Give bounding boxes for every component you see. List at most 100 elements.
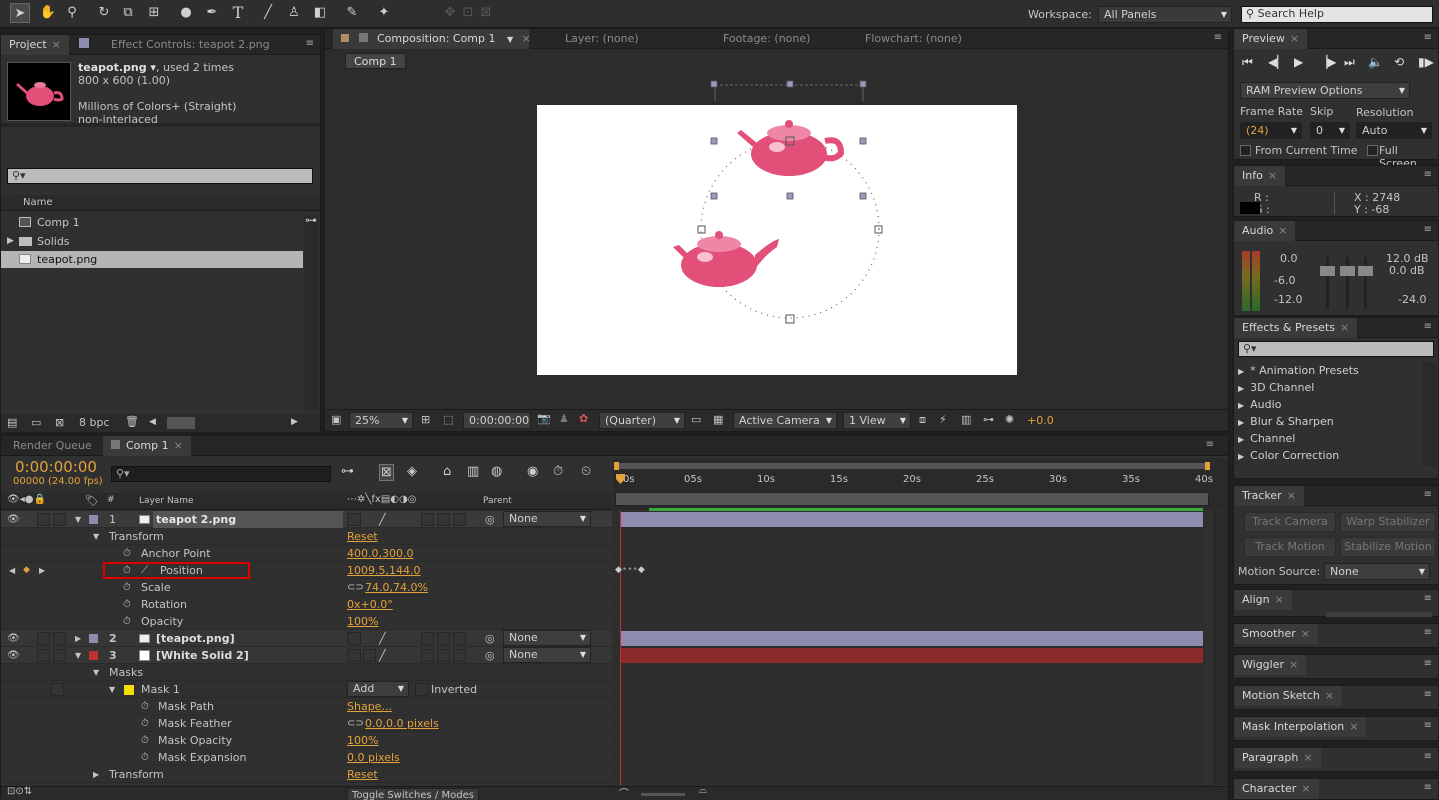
track-camera-button[interactable]: Track Camera (1244, 512, 1336, 532)
work-area-end-icon[interactable] (1205, 462, 1210, 470)
effect-category-item[interactable]: ▶ Audio (1238, 396, 1281, 413)
keyframe-add-icon[interactable]: ◆ (23, 562, 30, 579)
tab-audio[interactable]: Audio × (1234, 221, 1296, 241)
parent-dropdown[interactable]: None ▼ (503, 511, 591, 527)
close-icon[interactable]: × (1301, 627, 1310, 640)
project-item-solids[interactable]: ▶ Solids (1, 233, 303, 250)
opacity-value[interactable]: 100% (347, 613, 378, 630)
first-frame-icon[interactable]: ⏮ (1242, 55, 1253, 70)
layer-name[interactable]: teapot 2.png (153, 511, 343, 528)
audio-slider-track[interactable] (1364, 257, 1367, 309)
quality-switch-icon[interactable]: ╱ (379, 647, 386, 664)
effect-switch[interactable] (421, 649, 434, 662)
trash-icon[interactable]: 🗑 (125, 415, 139, 428)
effect-switch[interactable] (421, 632, 434, 645)
graph-icon[interactable]: ⟋ (141, 562, 148, 579)
close-icon[interactable]: × (1287, 489, 1296, 502)
keyframe-prev-icon[interactable]: ◀ (9, 562, 15, 579)
audio-slider-knob[interactable] (1358, 266, 1373, 276)
pan-behind-tool-icon[interactable]: ⊞ (144, 3, 164, 23)
mask-feather-value[interactable]: 0.0,0.0 pixels (365, 715, 439, 732)
effect-category-item[interactable]: ▶ Channel (1238, 430, 1295, 447)
resolution-dropdown[interactable]: (Quarter) ▼ (599, 412, 685, 429)
close-icon[interactable]: × (1268, 169, 1277, 182)
snapshot-icon[interactable]: 📷 (537, 412, 551, 425)
quality-switch-icon[interactable]: ╱ (379, 630, 386, 647)
masks-group-row[interactable]: ▼ Masks (1, 664, 612, 681)
parent-dropdown[interactable]: None ▼ (503, 647, 591, 663)
pick-whip-icon[interactable]: ◎ (485, 630, 495, 647)
mask-expansion-value[interactable]: 0.0 pixels (347, 749, 400, 766)
audio-slider-track[interactable] (1326, 257, 1329, 309)
mask-path-row[interactable]: ⏱ Mask Path Shape... (1, 698, 612, 715)
stopwatch-icon[interactable]: ⏱ (141, 749, 149, 766)
zoom-dropdown[interactable]: 25% ▼ (349, 412, 413, 429)
draft-3d-icon[interactable]: ◈ (407, 464, 417, 479)
panel-menu-icon[interactable]: ≡ (1424, 720, 1432, 731)
tab-smoother[interactable]: Smoother × (1234, 624, 1318, 644)
mask-lock-switch[interactable] (51, 683, 64, 696)
last-frame-icon[interactable]: ⏭ (1344, 55, 1355, 70)
ram-preview-icon[interactable]: ▮▶ (1418, 55, 1434, 69)
timeline-search-input[interactable]: ⚲▾ (111, 466, 331, 482)
effect-category-item[interactable]: ▶ * Animation Presets (1238, 362, 1359, 379)
mask-color-swatch[interactable] (124, 685, 134, 695)
pen-tool-icon[interactable]: ✒ (202, 3, 222, 23)
track-motion-button[interactable]: Track Motion (1244, 537, 1336, 557)
layer-name-header[interactable]: Layer Name (139, 496, 194, 506)
panel-menu-icon[interactable]: ≡ (1424, 593, 1432, 604)
stopwatch-icon[interactable]: ⏱ (123, 545, 131, 562)
project-scrollbar[interactable] (304, 215, 318, 411)
collapse-arrow-icon[interactable]: ▼ (93, 664, 99, 681)
project-item-teapot[interactable]: teapot.png (1, 251, 303, 268)
label-color-swatch[interactable] (89, 634, 98, 643)
selection-tool-icon[interactable]: ➤ (10, 3, 30, 23)
type-tool-icon[interactable]: T (228, 3, 248, 23)
preview-resolution-dropdown[interactable]: Auto ▼ (1356, 122, 1432, 139)
stopwatch-icon[interactable]: ⏱ (123, 579, 131, 596)
workspace-dropdown[interactable]: All Panels ▼ (1098, 6, 1232, 23)
tab-project[interactable]: Project × (1, 35, 69, 55)
rotate-tool-icon[interactable]: ↻ (94, 3, 114, 23)
panel-menu-icon[interactable]: ≡ (1424, 658, 1432, 669)
panel-menu-icon[interactable]: ≡ (1424, 224, 1432, 235)
ram-preview-options-dropdown[interactable]: RAM Preview Options ▼ (1240, 82, 1410, 99)
quality-switch-icon[interactable]: ╱ (379, 511, 386, 528)
audio-slider-track[interactable] (1346, 257, 1349, 309)
position-value[interactable]: 1009.5,144.0 (347, 562, 420, 579)
frame-blending-icon[interactable]: ▥ (467, 464, 479, 479)
shy-switch[interactable] (347, 649, 361, 662)
mask-mode-dropdown[interactable]: Add ▼ (347, 681, 409, 697)
mask-feather-row[interactable]: ⏱ Mask Feather ⊂⊃ 0.0,0.0 pixels (1, 715, 612, 732)
full-screen-checkbox[interactable] (1367, 145, 1378, 156)
loop-icon[interactable]: ⟲ (1394, 55, 1404, 69)
shy-switch[interactable] (347, 632, 361, 645)
solo-switch[interactable] (37, 513, 50, 526)
label-icon[interactable]: 🏷 (85, 494, 99, 507)
anchor-point-value[interactable]: 400.0,300.0 (347, 545, 413, 562)
switches-header-icons[interactable]: ⋯✲╲fx▤◐◑◎ (347, 494, 416, 505)
timeline-icon[interactable]: ▥ (961, 413, 971, 426)
close-icon[interactable]: × (1301, 782, 1310, 795)
rotation-row[interactable]: ⏱ Rotation 0x+0.0° (1, 596, 612, 613)
tab-paragraph[interactable]: Paragraph × (1234, 748, 1321, 768)
scale-value[interactable]: 74.0,74.0% (365, 579, 428, 596)
layer-bar-1[interactable] (621, 512, 1203, 527)
expand-layer-switches-icon[interactable]: ⊡⊙⇅ (7, 786, 32, 797)
close-icon[interactable]: × (52, 38, 61, 51)
region-of-interest-icon[interactable]: ▭ (691, 413, 701, 426)
channel-icon[interactable]: ✿ (579, 412, 588, 425)
close-icon[interactable]: × (1340, 321, 1349, 334)
hand-tool-icon[interactable]: ✋ (38, 3, 58, 23)
exposure-value[interactable]: +0.0 (1027, 414, 1054, 427)
eye-icon[interactable]: 👁 (7, 647, 20, 664)
scale-row[interactable]: ⏱ Scale ⊂⊃ 74.0,74.0% (1, 579, 612, 596)
adjustment-switch[interactable] (453, 513, 466, 526)
close-icon[interactable]: × (1303, 751, 1312, 764)
work-area-bar[interactable] (615, 463, 1209, 469)
layer-bar-2[interactable] (621, 631, 1203, 646)
next-frame-icon[interactable]: ▕▶ (1318, 55, 1336, 69)
hide-shy-layers-icon[interactable]: ⌂ (443, 464, 451, 479)
stopwatch-icon[interactable]: ⏱ (141, 698, 149, 715)
flowchart-icon[interactable]: ⊶ (983, 413, 994, 426)
